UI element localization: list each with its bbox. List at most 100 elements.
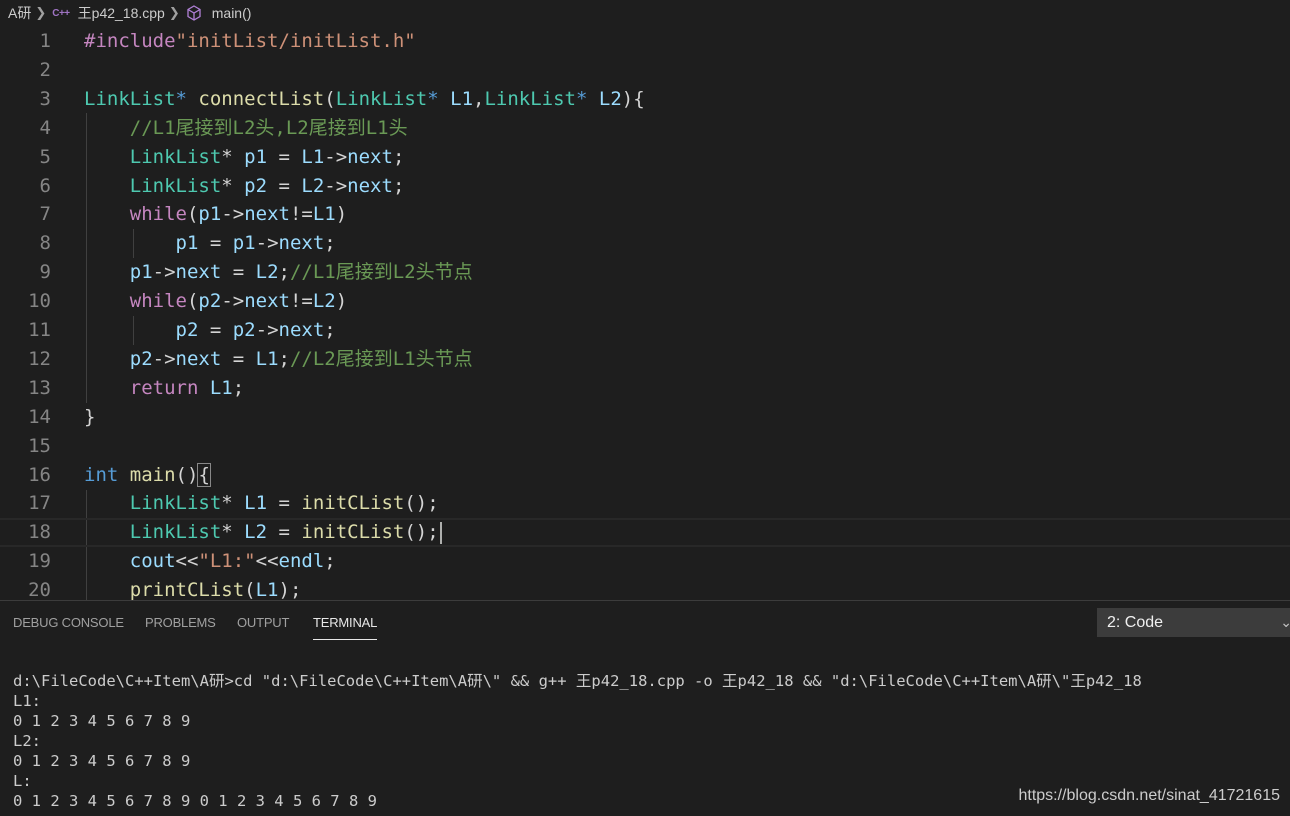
code-token: p2: [175, 319, 199, 341]
code-text: LinkList* p1 = L1->next;: [84, 143, 405, 172]
code-line[interactable]: 16 int main(){: [0, 461, 1290, 490]
code-token: ){: [621, 87, 645, 110]
code-token: ;: [392, 145, 405, 168]
code-token: L1: [255, 347, 279, 370]
code-line[interactable]: 12 p2->next = L1;//L2尾接到L1头节点: [0, 345, 1290, 374]
code-token: !=: [289, 290, 313, 313]
code-token: connectList: [198, 87, 325, 110]
code-line[interactable]: 5 LinkList* p1 = L1->next;: [0, 143, 1290, 172]
code-line[interactable]: 15: [0, 432, 1290, 461]
code-line[interactable]: 11 p2 = p2->next;: [0, 316, 1290, 345]
watermark-url: https://blog.csdn.net/sinat_41721615: [1018, 787, 1280, 804]
breadcrumb-file[interactable]: 王p42_18.cpp: [78, 3, 165, 23]
code-token: LinkList: [129, 521, 222, 544]
code-token: LinkList: [84, 87, 176, 110]
code-token: printCList: [129, 579, 245, 600]
tab-terminal-label: TERMINAL: [313, 615, 378, 630]
code-token: //L1尾接到L2头节点: [289, 261, 473, 284]
terminal-select-dropdown[interactable]: 2: Code ⌄: [1097, 608, 1290, 637]
code-line[interactable]: 7 while(p1->next!=L1): [0, 200, 1290, 229]
code-token: L1: [301, 145, 325, 168]
code-line[interactable]: 19 cout<<"L1:"<<endl;: [0, 547, 1290, 576]
code-text: //L1尾接到L2头,L2尾接到L1头: [84, 114, 408, 143]
chevron-right-icon: ❯: [35, 5, 47, 20]
code-line[interactable]: 6 LinkList* p2 = L2->next;: [0, 172, 1290, 201]
code-text: p1->next = L2;//L1尾接到L2头节点: [84, 258, 473, 287]
code-token: p1: [198, 203, 222, 226]
tab-output[interactable]: OUTPUT: [237, 615, 289, 630]
code-line[interactable]: 8 p1 = p1->next;: [0, 229, 1290, 258]
code-line[interactable]: 1 #include"initList/initList.h": [0, 27, 1290, 56]
breadcrumb-folder[interactable]: A研: [8, 3, 31, 23]
code-line[interactable]: 10 while(p2->next!=L2): [0, 287, 1290, 316]
code-text: LinkList* p2 = L2->next;: [84, 172, 405, 201]
code-line[interactable]: 17 LinkList* L1 = initCList();: [0, 489, 1290, 518]
code-token: *: [427, 87, 439, 110]
code-token: ();: [404, 521, 439, 544]
code-token: <<: [255, 550, 279, 573]
terminal-line: d:\FileCode\C++Item\A研>cd "d:\FileCode\C…: [13, 672, 1142, 690]
code-token: ->: [324, 174, 348, 197]
code-token: next: [244, 290, 290, 313]
code-token: p1: [129, 261, 153, 284]
code-line[interactable]: 2: [0, 56, 1290, 85]
terminal-line: 0 1 2 3 4 5 6 7 8 9 0 1 2 3 4 5 6 7 8 9: [13, 792, 377, 810]
code-text: while(p2->next!=L2): [84, 287, 347, 316]
line-number: 20: [28, 579, 51, 600]
code-token: =: [267, 145, 302, 168]
code-token: (: [244, 579, 256, 600]
code-token: *: [175, 87, 187, 110]
code-line[interactable]: 4 //L1尾接到L2头,L2尾接到L1头: [0, 114, 1290, 143]
code-token: LinkList: [335, 87, 428, 110]
terminal-line: L:: [13, 772, 32, 790]
chevron-down-icon: ⌄: [1280, 614, 1290, 630]
text-cursor: [439, 521, 442, 544]
code-text: return L1;: [84, 374, 244, 403]
tab-debug-console[interactable]: DEBUG CONSOLE: [13, 615, 124, 630]
code-line[interactable]: 20 printCList(L1);: [0, 576, 1290, 600]
line-number: 12: [28, 347, 51, 370]
code-token: while: [129, 203, 187, 226]
code-token: p1: [244, 145, 268, 168]
line-number: 4: [39, 116, 51, 139]
code-token: *: [576, 87, 588, 110]
code-token: LinkList: [484, 87, 576, 110]
code-token: next: [278, 232, 325, 255]
breadcrumb-symbol[interactable]: main(): [212, 5, 252, 21]
code-line[interactable]: 9 p1->next = L2;//L1尾接到L2头节点: [0, 258, 1290, 287]
line-number: 13: [28, 376, 51, 399]
code-line[interactable]: 14}: [0, 403, 1290, 432]
code-line[interactable]: 3 LinkList* connectList(LinkList* L1,Link…: [0, 85, 1290, 114]
code-token: //L2尾接到L1头节点: [289, 347, 473, 370]
tab-problems[interactable]: PROBLEMS: [145, 615, 216, 630]
code-token: L1: [255, 579, 279, 600]
code-token: ->: [152, 347, 176, 370]
code-token: {: [197, 462, 211, 487]
code-line[interactable]: 18 LinkList* L2 = initCList();: [0, 518, 1290, 548]
terminal-line: L2:: [13, 732, 41, 750]
code-token: L2: [312, 290, 336, 313]
code-token: LinkList: [129, 492, 222, 515]
code-line[interactable]: 13 return L1;: [0, 374, 1290, 403]
code-token: ->: [324, 145, 348, 168]
code-token: =: [198, 232, 233, 255]
code-token: ->: [255, 232, 279, 255]
line-number: 3: [39, 87, 51, 110]
code-token: cout: [129, 550, 176, 573]
code-token: =: [267, 521, 302, 544]
code-editor[interactable]: 1 #include"initList/initList.h" 2 3 LinkList…: [0, 26, 1290, 600]
tab-terminal[interactable]: TERMINAL: [313, 615, 378, 640]
terminal-select-value: 2: Code: [1107, 614, 1164, 631]
vscode-window: A研 ❯ C++ 王p42_18.cpp ❯ main() 1 #include"…: [0, 0, 1290, 816]
